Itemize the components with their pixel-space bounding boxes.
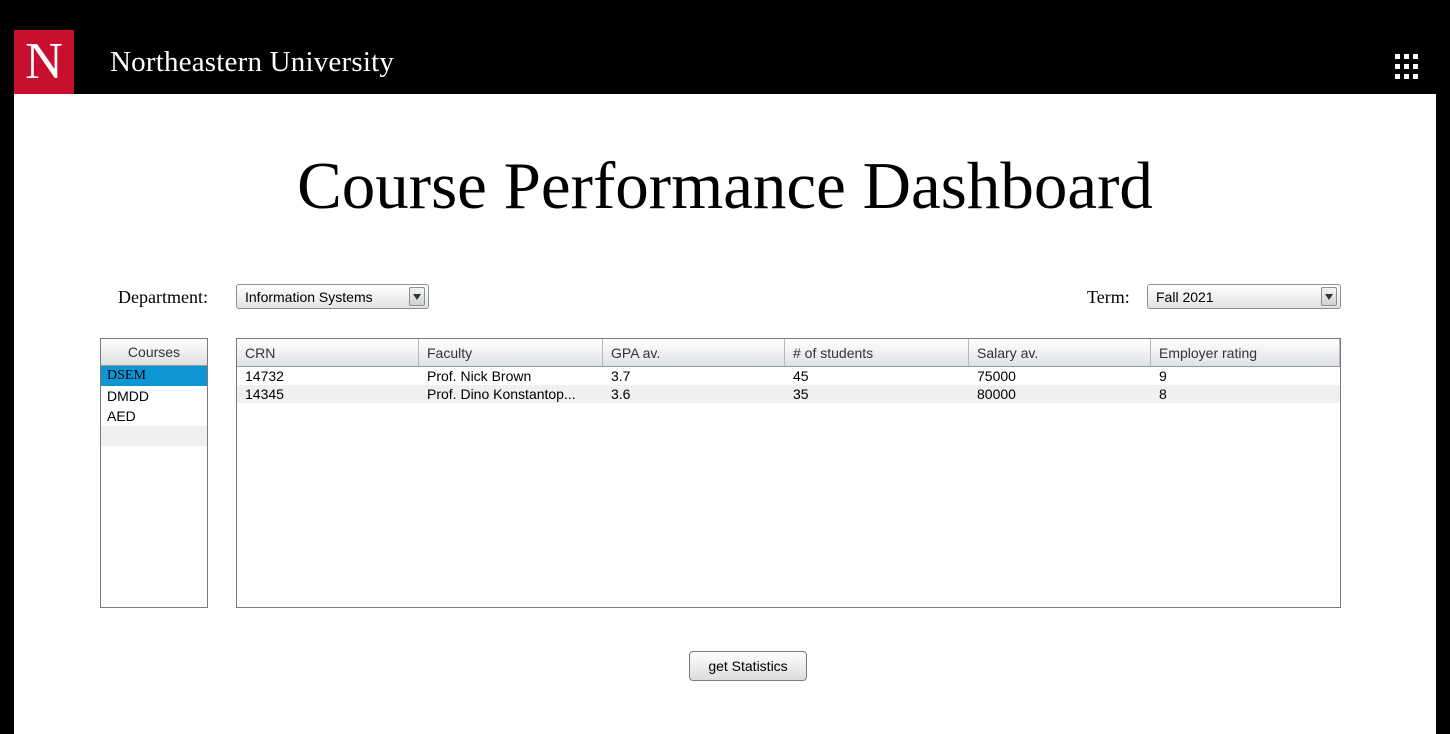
department-label: Department: bbox=[118, 287, 208, 307]
cell-faculty: Prof. Nick Brown bbox=[427, 368, 532, 384]
table-row[interactable]: 14732 Prof. Nick Brown 3.7 45 75000 9 bbox=[237, 367, 1340, 385]
cell-gpa: 3.7 bbox=[611, 368, 631, 384]
list-item-empty bbox=[101, 426, 207, 446]
grid-dots-icon[interactable] bbox=[1392, 50, 1422, 84]
column-header-crn[interactable]: CRN bbox=[237, 339, 419, 366]
list-item-aed[interactable]: AED bbox=[101, 406, 207, 426]
course-performance-table[interactable]: CRN Faculty GPA av. # of students Salary… bbox=[236, 338, 1341, 608]
cell-crn: 14345 bbox=[245, 386, 284, 402]
list-item-dmdd[interactable]: DMDD bbox=[101, 386, 207, 406]
column-header-gpa[interactable]: GPA av. bbox=[603, 339, 785, 366]
logo-letter: N bbox=[25, 33, 63, 90]
cell-faculty: Prof. Dino Konstantop... bbox=[427, 386, 576, 402]
courses-list[interactable]: Courses DSEM DMDD AED bbox=[100, 338, 208, 608]
university-logo: N bbox=[14, 30, 74, 94]
cell-gpa: 3.6 bbox=[611, 386, 631, 402]
department-value: Information Systems bbox=[245, 288, 373, 305]
app-window: N Northeastern University Course Perform… bbox=[0, 0, 1450, 734]
chevron-down-icon bbox=[409, 287, 425, 306]
top-header-bar: N Northeastern University bbox=[0, 8, 1450, 94]
table-header-row: CRN Faculty GPA av. # of students Salary… bbox=[237, 339, 1340, 367]
term-dropdown[interactable]: Fall 2021 bbox=[1147, 284, 1341, 309]
list-item-dsem[interactable]: DSEM bbox=[101, 366, 207, 386]
chevron-down-icon bbox=[1321, 287, 1337, 306]
page-title: Course Performance Dashboard bbox=[297, 149, 1153, 223]
window-frame-left bbox=[0, 0, 14, 734]
column-header-students[interactable]: # of students bbox=[785, 339, 969, 366]
university-name: Northeastern University bbox=[110, 46, 395, 78]
term-label: Term: bbox=[1087, 287, 1130, 307]
window-frame-top bbox=[0, 0, 1450, 8]
cell-salary: 80000 bbox=[977, 386, 1016, 402]
cell-salary: 75000 bbox=[977, 368, 1016, 384]
table-row[interactable]: 14345 Prof. Dino Konstantop... 3.6 35 80… bbox=[237, 385, 1340, 403]
courses-list-header: Courses bbox=[101, 339, 207, 366]
column-header-employer-rating[interactable]: Employer rating bbox=[1151, 339, 1340, 366]
department-dropdown[interactable]: Information Systems bbox=[236, 284, 429, 309]
window-frame-right bbox=[1436, 0, 1450, 734]
cell-students: 35 bbox=[793, 386, 809, 402]
cell-employer-rating: 8 bbox=[1159, 386, 1167, 402]
cell-students: 45 bbox=[793, 368, 809, 384]
cell-crn: 14732 bbox=[245, 368, 284, 384]
term-value: Fall 2021 bbox=[1156, 288, 1214, 305]
get-statistics-button[interactable]: get Statistics bbox=[689, 651, 807, 681]
cell-employer-rating: 9 bbox=[1159, 368, 1167, 384]
column-header-salary[interactable]: Salary av. bbox=[969, 339, 1151, 366]
column-header-faculty[interactable]: Faculty bbox=[419, 339, 603, 366]
